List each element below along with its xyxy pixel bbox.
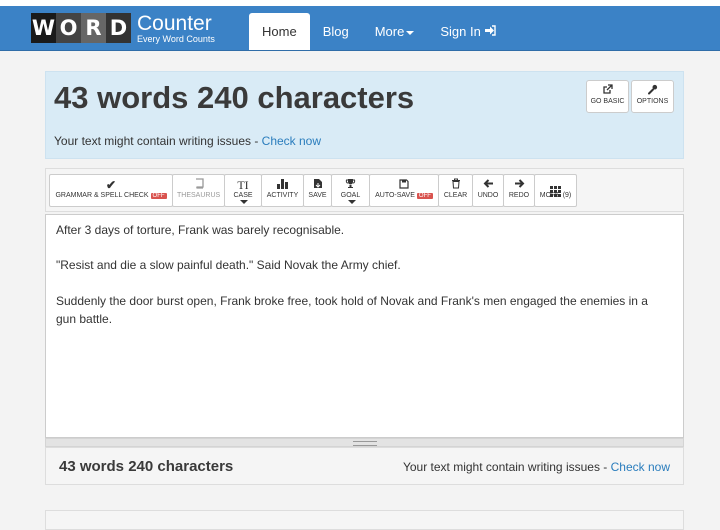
word-count-heading: 43 words 240 characters — [54, 80, 415, 115]
trash-icon — [443, 178, 468, 192]
bar-chart-icon — [266, 178, 299, 192]
clear-label: CLEAR — [443, 192, 468, 199]
grammar-label: GRAMMAR & SPELL CHECK — [55, 192, 149, 199]
goal-button[interactable]: GOAL — [331, 174, 370, 207]
nav-sign-in-label: Sign In — [440, 24, 481, 39]
clear-button[interactable]: CLEAR — [438, 174, 473, 207]
caret-down-icon — [406, 30, 415, 35]
sign-in-icon — [484, 24, 497, 39]
trophy-icon — [336, 178, 365, 192]
more-tools-label: MORE (9) — [539, 192, 572, 199]
check-icon: ✔ — [105, 178, 117, 192]
grammar-check-button[interactable]: ✔ GRAMMAR & SPELL CHECK OFF — [49, 174, 173, 207]
stats-footer: 43 words 240 characters Your text might … — [45, 447, 684, 485]
thesaurus-button[interactable]: THESAURUS — [172, 174, 225, 207]
navbar: W O R D Counter Every Word Counts Home B… — [0, 6, 720, 51]
footer-writing-issues-hint: Your text might contain writing issues -… — [403, 460, 670, 474]
save-label: SAVE — [308, 192, 327, 199]
goal-label: GOAL — [340, 192, 361, 199]
hint-text: Your text might contain writing issues - — [54, 134, 262, 148]
activity-button[interactable]: ACTIVITY — [261, 174, 304, 207]
thesaurus-label: THESAURUS — [177, 192, 221, 199]
auto-save-label: AUTO-SAVE — [375, 192, 415, 199]
redo-label: REDO — [508, 192, 530, 199]
book-icon — [177, 178, 220, 192]
text-case-icon: TI — [237, 178, 249, 192]
logo-letter: W — [31, 13, 56, 43]
editor-paragraph: "Resist and die a slow painful death." S… — [56, 258, 401, 272]
grid-icon — [539, 178, 572, 197]
undo-label: UNDO — [477, 192, 499, 199]
nav-blog[interactable]: Blog — [310, 13, 362, 50]
logo-title: Counter — [137, 11, 212, 35]
options-label: OPTIONS — [636, 98, 669, 105]
nav-more-label: More — [374, 24, 405, 39]
grip-icon — [353, 441, 377, 446]
save-button[interactable]: SAVE — [303, 174, 332, 207]
next-panel — [45, 510, 684, 530]
editor-paragraph: After 3 days of torture, Frank was barel… — [56, 223, 345, 237]
case-label: CASE — [233, 192, 253, 199]
auto-save-button[interactable]: AUTO-SAVE OFF — [369, 174, 439, 207]
case-button[interactable]: TI CASE — [224, 174, 262, 207]
redo-button[interactable]: REDO — [503, 174, 535, 207]
writing-issues-hint: Your text might contain writing issues -… — [54, 134, 321, 148]
caret-down-icon — [240, 200, 248, 205]
wrench-icon — [632, 84, 673, 98]
external-link-icon — [587, 84, 628, 98]
arrow-right-icon — [508, 178, 530, 192]
editor-paragraph: Suddenly the door burst open, Frank brok… — [56, 294, 648, 326]
caret-down-icon — [347, 200, 356, 205]
logo-letter: O — [56, 13, 81, 43]
logo-letter: D — [106, 13, 131, 43]
grammar-off-badge: OFF — [150, 193, 167, 199]
options-button[interactable]: OPTIONS — [631, 80, 674, 113]
logo-brand: Counter Every Word Counts — [137, 13, 215, 44]
nav-more[interactable]: More — [362, 13, 428, 50]
save-file-icon — [308, 178, 327, 192]
arrow-left-icon — [477, 178, 499, 192]
text-editor[interactable]: After 3 days of torture, Frank was barel… — [45, 214, 684, 438]
editor-toolbar: ✔ GRAMMAR & SPELL CHECK OFF THESAURUS TI … — [45, 168, 684, 212]
go-basic-button[interactable]: GO BASIC — [586, 80, 629, 113]
logo-tagline: Every Word Counts — [137, 33, 215, 44]
auto-save-off-badge: OFF — [416, 193, 433, 199]
more-tools-button[interactable]: MORE (9) — [534, 174, 577, 207]
footer-hint-text: Your text might contain writing issues - — [402, 460, 611, 474]
logo[interactable]: W O R D Counter Every Word Counts — [31, 12, 215, 44]
nav-sign-in[interactable]: Sign In — [427, 13, 509, 50]
undo-button[interactable]: UNDO — [472, 174, 504, 207]
hero-buttons: GO BASIC OPTIONS — [584, 80, 674, 113]
activity-label: ACTIVITY — [266, 192, 299, 199]
main-nav: Home Blog More Sign In — [249, 13, 509, 50]
footer-check-now-link[interactable]: Check now — [611, 460, 670, 474]
go-basic-label: GO BASIC — [590, 98, 625, 105]
logo-letter: R — [81, 13, 106, 43]
footer-word-count: 43 words 240 characters — [59, 458, 234, 475]
check-now-link[interactable]: Check now — [262, 134, 321, 148]
editor-resize-handle[interactable] — [45, 438, 684, 447]
stats-panel: 43 words 240 characters Your text might … — [45, 71, 684, 159]
floppy-icon — [374, 178, 434, 192]
nav-home[interactable]: Home — [249, 13, 310, 50]
